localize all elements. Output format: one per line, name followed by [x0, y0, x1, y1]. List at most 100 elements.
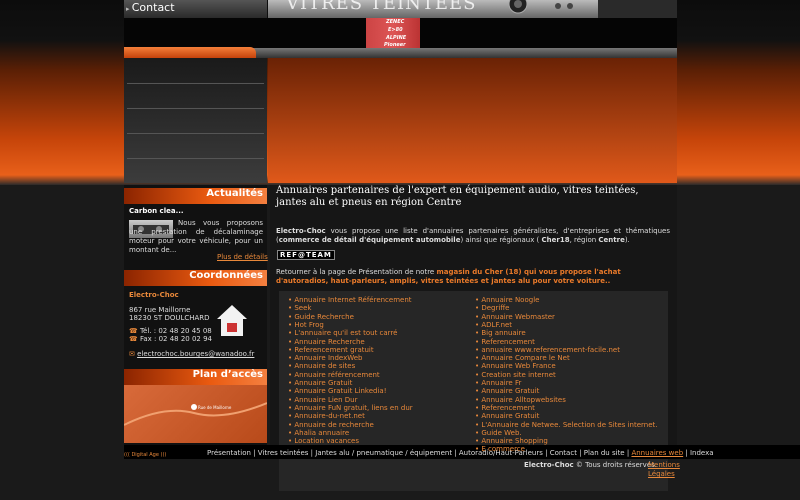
footer-link-plan[interactable]: Plan du site — [584, 449, 625, 457]
directory-link[interactable]: Location vacances — [288, 437, 359, 445]
email-line: ✉ electrochoc.bourges@wanadoo.fr — [129, 350, 254, 358]
directory-link[interactable]: Annuaire Alltopwebsites — [475, 396, 566, 404]
copyright-text: © Tous droits réservés. — [573, 461, 657, 469]
car-wheel-image — [508, 0, 677, 18]
plan-header: Plan d’accès — [124, 369, 267, 385]
left-menu-panel — [124, 58, 267, 183]
car-radio-image: ZENEC E>80 ALPINE Pioneer — [366, 18, 420, 50]
address-line2: 18230 ST DOULCHARD — [129, 314, 210, 322]
radio-label: ZENEC — [386, 19, 405, 25]
phone-line: ☎ Tél. : 02 48 20 45 08 — [129, 327, 212, 335]
news-title[interactable]: Carbon clea... — [129, 207, 184, 215]
refateam-badge[interactable]: REF@TEAM — [277, 250, 335, 260]
directory-link[interactable]: Annuaire de recherche — [288, 421, 374, 429]
directory-link[interactable]: Guide Web. — [475, 429, 521, 437]
directory-link[interactable]: Annuaire Web France — [475, 362, 555, 370]
news-more-link[interactable]: Plus de détails — [217, 253, 268, 261]
directory-link[interactable]: Annuaire Shopping — [475, 437, 547, 445]
radio-label: E>80 — [388, 27, 403, 33]
intro-text: , région — [569, 236, 599, 244]
fax-text: Fax : 02 48 20 02 94 — [139, 335, 213, 343]
directory-link[interactable]: Annuaire Gratuit — [288, 379, 352, 387]
return-paragraph: Retourner à la page de Présentation de n… — [276, 268, 670, 286]
plan-title: Plan d’accès — [192, 369, 263, 380]
directory-link[interactable]: annuaire www.referencement-facile.net — [475, 346, 620, 354]
return-text: Retourner à la page de Présentation de n… — [276, 268, 437, 276]
intro-text: ). — [624, 236, 630, 244]
directory-link[interactable]: Annuaire Gratuit — [475, 387, 539, 395]
directory-link[interactable]: Annuaire IndexWeb — [288, 354, 362, 362]
menu-divider — [127, 133, 264, 134]
copyright-brand: Electro-Choc — [524, 461, 574, 469]
mail-icon: ✉ — [129, 350, 138, 358]
header-banner-image: VITRES TEINTEES — [268, 0, 677, 18]
intro-paragraph: Electro-Choc vous propose une liste d'an… — [276, 227, 670, 245]
directory-link[interactable]: Annuaire Recherche — [288, 338, 364, 346]
coordonnees-title: Coordonnées — [189, 270, 263, 281]
banner-text: VITRES TEINTEES — [286, 0, 477, 14]
directory-link[interactable]: E commerce — [475, 445, 525, 453]
directory-link[interactable]: Annuaire Lien Dur — [288, 396, 357, 404]
access-map[interactable]: Rue de Maillorne — [123, 385, 268, 443]
footer-link-jantes[interactable]: Jantes alu / pneumatique / équipement — [315, 449, 452, 457]
intro-bold: Cher18 — [541, 236, 570, 244]
active-menu-tab[interactable] — [124, 47, 256, 58]
directory-link[interactable]: Annuaire Fr — [475, 379, 521, 387]
directory-link[interactable]: Referencement gratuit — [288, 346, 373, 354]
directory-link[interactable]: L'annuaire qu'il est tout carré — [288, 329, 397, 337]
intro-bold: commerce de détail d'équipement automobi… — [278, 236, 461, 244]
copyright: Electro-Choc © Tous droits réservés. — [524, 461, 657, 469]
directory-link[interactable]: Seek — [288, 304, 311, 312]
directory-link[interactable]: ADLF.net — [475, 321, 512, 329]
email-link[interactable]: electrochoc.bourges@wanadoo.fr — [137, 350, 254, 358]
coordonnees-header: Coordonnées — [124, 270, 267, 286]
directory-link[interactable]: Degriffe — [475, 304, 509, 312]
company-name: Electro-Choc — [129, 291, 179, 299]
directory-link[interactable]: Annuaire référencement — [288, 371, 379, 379]
menu-divider — [127, 108, 264, 109]
house-icon — [216, 304, 248, 338]
directory-link[interactable]: Creation site internet — [475, 371, 555, 379]
directory-link[interactable]: Annuaire Gratuit — [475, 412, 539, 420]
address-line1: 867 rue Maillorne — [129, 306, 191, 314]
actualites-title: Actualités — [206, 188, 263, 199]
page-title: Annuaires partenaires de l'expert en équ… — [276, 185, 639, 208]
map-image — [123, 402, 268, 426]
directory-link[interactable]: Big annuaire — [475, 329, 525, 337]
directory-link[interactable]: Annuaire Noogle — [475, 296, 539, 304]
directory-link[interactable]: Annuaire de sites — [288, 362, 355, 370]
directory-link[interactable]: L'Annuaire de Netwee. Selection de Sites… — [475, 421, 657, 429]
fax-line: ☎ Fax : 02 48 20 02 94 — [129, 335, 212, 343]
map-label: Rue de Maillorne — [198, 405, 232, 410]
fax-icon: ☎ — [129, 335, 140, 343]
directory-link[interactable]: Annuaire Compare le Net — [475, 354, 569, 362]
footer-link-annuaires[interactable]: Annuaires web — [631, 449, 683, 457]
directory-link[interactable]: Annuaire FuN gratuit, liens en dur — [288, 404, 412, 412]
nav-contact-link[interactable]: ▸ Contact — [126, 1, 175, 14]
footer-nav: Présentation | Vitres teintées | Jantes … — [207, 449, 714, 457]
intro-bold: Centre — [598, 236, 625, 244]
directory-link[interactable]: Referencement — [475, 404, 535, 412]
actualites-header: Actualités — [124, 188, 267, 204]
directory-link[interactable]: Hot Frog — [288, 321, 323, 329]
footer-link-presentation[interactable]: Présentation — [207, 449, 251, 457]
nav-contact-label: Contact — [131, 1, 175, 14]
directory-link[interactable]: Annuaire Webmaster — [475, 313, 555, 321]
directory-link[interactable]: Guide Recherche — [288, 313, 354, 321]
legal-link[interactable]: Mentions Légales — [648, 461, 680, 479]
directory-link[interactable]: Annuaire Internet Référencement — [288, 296, 411, 304]
footer-link-vitres[interactable]: Vitres teintées — [258, 449, 309, 457]
intro-brand: Electro-Choc — [276, 227, 326, 235]
phone-icon: ☎ — [129, 327, 140, 335]
digital-age-credit[interactable]: ((( Digital Age ))) — [124, 452, 166, 458]
radio-label: ALPINE — [386, 35, 407, 41]
directory-link[interactable]: Annuaire-du-net.net — [288, 412, 365, 420]
directory-link[interactable]: Referencement — [475, 338, 535, 346]
phone-text: Tél. : 02 48 20 45 08 — [139, 327, 212, 335]
footer-link-contact[interactable]: Contact — [550, 449, 577, 457]
intro-text: ) ainsi que régionaux ( — [460, 236, 542, 244]
menu-divider — [127, 158, 264, 159]
directory-link[interactable]: Annuaire Gratuit Linkedia! — [288, 387, 386, 395]
directory-link[interactable]: Ahalia annuaire — [288, 429, 349, 437]
footer-link-indexa[interactable]: Indexa — [690, 449, 714, 457]
